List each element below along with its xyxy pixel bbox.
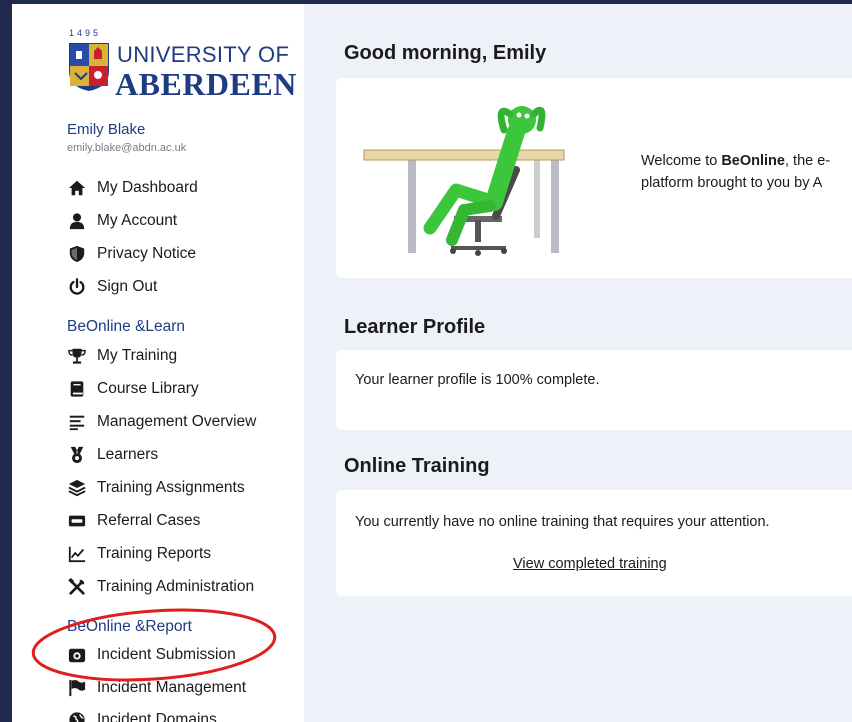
online-training-card: You currently have no online training th… (336, 490, 852, 596)
layers-icon (67, 479, 87, 497)
sidebar-item-label: My Dashboard (97, 179, 198, 196)
learner-profile-card: Your learner profile is 100% complete. (336, 350, 852, 430)
logo-year: 1495 (69, 28, 102, 38)
sidebar-item-label: Referral Cases (97, 512, 201, 529)
bars-icon (67, 413, 87, 431)
welcome-rest: , the e- (784, 153, 831, 169)
user-email: emily.blake@abdn.ac.uk (67, 142, 187, 154)
university-logo[interactable]: 1495 UNIVERSITY OF ABERDEEN (67, 28, 297, 102)
sidebar-item-my-account[interactable]: My Account (67, 208, 177, 234)
sidebar-item-training-assignments[interactable]: Training Assignments (67, 475, 245, 501)
online-training-text: You currently have no online training th… (355, 514, 770, 530)
home-icon (67, 179, 87, 197)
sidebar-item-referral-cases[interactable]: Referral Cases (67, 508, 200, 534)
learner-profile-heading: Learner Profile (344, 316, 486, 338)
online-training-heading: Online Training (344, 455, 490, 477)
sidebar-item-label: Management Overview (97, 413, 257, 430)
sidebar-item-incident-domains[interactable]: Incident Domains (67, 707, 217, 722)
sidebar-item-label: Training Reports (97, 545, 212, 562)
learner-profile-text: Your learner profile is 100% complete. (355, 372, 600, 388)
welcome-brand: BeOnline (721, 153, 785, 169)
app-frame: 1495 UNIVERSITY OF ABERDEEN Emily Blake … (12, 4, 852, 722)
card-icon (67, 512, 87, 530)
welcome-card: Welcome to BeOnline, the e- platform bro… (336, 78, 852, 278)
main-content: Good morning, Emily Welcome to BeOnline,… (304, 4, 852, 722)
sidebar-item-label: Incident Domains (97, 711, 217, 722)
user-name: Emily Blake (67, 121, 146, 138)
sidebar-item-label: Sign Out (97, 278, 158, 295)
view-completed-training-link[interactable]: View completed training (513, 556, 667, 572)
sidebar-item-label: Training Administration (97, 578, 255, 595)
section-title-learn: BeOnline &Learn (67, 318, 186, 335)
sidebar-item-learners[interactable]: Learners (67, 442, 158, 468)
book-icon (67, 380, 87, 398)
greeting-heading: Good morning, Emily (344, 42, 547, 64)
sidebar-item-label: Learners (97, 446, 159, 463)
power-icon (67, 278, 87, 296)
welcome-line2: platform brought to you by A (641, 175, 823, 191)
crest-icon (69, 43, 109, 91)
sidebar-item-management-overview[interactable]: Management Overview (67, 409, 256, 435)
welcome-prefix: Welcome to (641, 153, 722, 169)
sidebar-item-training-administration[interactable]: Training Administration (67, 574, 254, 600)
sidebar-item-label: Course Library (97, 380, 199, 397)
logo-line2: ABERDEEN (115, 66, 297, 102)
sidebar-item-privacy-notice[interactable]: Privacy Notice (67, 241, 196, 267)
medal-icon (67, 446, 87, 464)
logo-line1: UNIVERSITY OF (117, 42, 290, 67)
globe-icon (67, 711, 87, 722)
shield-icon (67, 245, 87, 263)
sidebar-item-course-library[interactable]: Course Library (67, 376, 199, 402)
sidebar-item-my-dashboard[interactable]: My Dashboard (67, 175, 198, 201)
line-chart-icon (67, 545, 87, 563)
sidebar: 1495 UNIVERSITY OF ABERDEEN Emily Blake … (12, 4, 304, 722)
tools-icon (67, 578, 87, 596)
trophy-icon (67, 347, 87, 365)
sidebar-item-training-reports[interactable]: Training Reports (67, 541, 211, 567)
relaxing-mascot-illustration (363, 106, 565, 256)
welcome-text: Welcome to BeOnline, the e- platform bro… (641, 150, 830, 194)
sidebar-item-label: My Training (97, 347, 178, 364)
sidebar-item-my-training[interactable]: My Training (67, 343, 177, 369)
sidebar-item-label: My Account (97, 212, 178, 229)
sidebar-item-sign-out[interactable]: Sign Out (67, 274, 157, 300)
sidebar-item-label: Training Assignments (97, 479, 245, 496)
sidebar-item-label: Privacy Notice (97, 245, 197, 262)
highlight-circle-annotation (31, 608, 277, 682)
user-icon (67, 212, 87, 230)
